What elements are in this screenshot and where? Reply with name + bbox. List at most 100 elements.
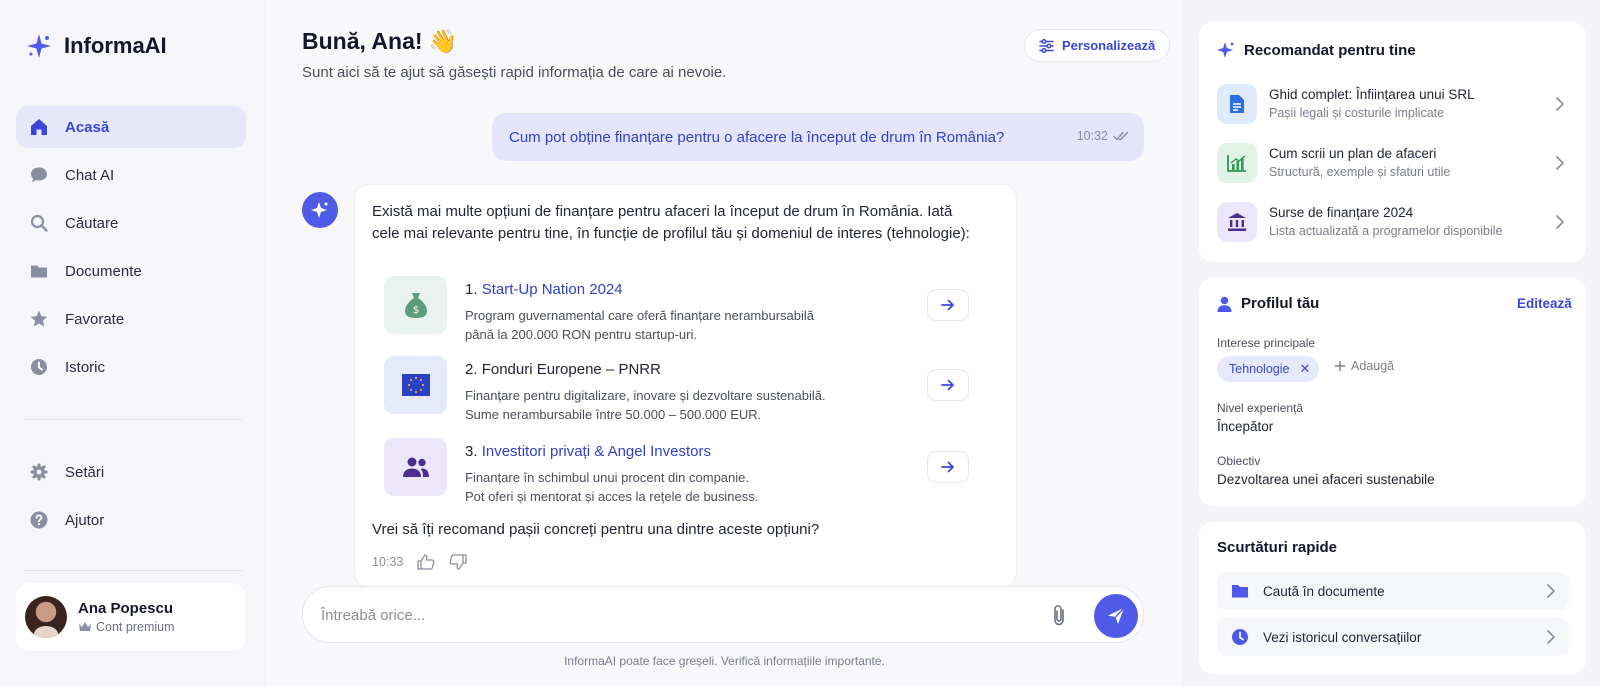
close-icon[interactable]: ✕ [1299, 361, 1310, 377]
profile-title-text: Profilul tău [1241, 295, 1320, 312]
plus-icon [1335, 361, 1345, 371]
page-subtitle: Sunt aici să te ajut să găsești rapid in… [302, 64, 727, 81]
shortcut-label: Vezi istoricul conversațiilor [1263, 629, 1422, 645]
app-logo[interactable]: InformaAI [26, 33, 167, 59]
star-icon [30, 310, 48, 327]
goal-label: Obiectiv [1217, 454, 1261, 468]
edit-profile-link[interactable]: Editează [1517, 296, 1572, 311]
rec-subtitle: Lista actualizată a programelor disponib… [1269, 224, 1503, 238]
right-panel: Recomandat pentru tine Ghid complet: Înf… [1183, 0, 1600, 686]
recommended-title: Recomandat pentru tine [1217, 41, 1416, 59]
option-number: 2. [465, 361, 478, 378]
funding-option[interactable]: 3. Investitori privați & Angel Investors… [384, 436, 970, 504]
shortcut-label: Caută în documente [1263, 583, 1385, 599]
paperclip-icon[interactable] [1052, 604, 1066, 626]
rec-title: Cum scrii un plan de afaceri [1269, 146, 1437, 161]
funding-option[interactable]: 2. Fonduri Europene – PNRR Finanțare pen… [384, 354, 970, 422]
chat-bubble-icon [31, 167, 47, 183]
assistant-message: Există mai multe opțiuni de finanțare pe… [354, 184, 1017, 587]
sidebar-item-help[interactable]: Ajutor [16, 499, 246, 541]
sidebar-item-documents[interactable]: Documente [16, 250, 246, 292]
rec-subtitle: Pașii legali și costurile implicate [1269, 106, 1445, 120]
sidebar-item-history[interactable]: Istoric [16, 346, 246, 388]
eu-flag-icon [401, 374, 430, 396]
recommended-item[interactable]: Surse de finanțare 2024 Lista actualizat… [1217, 202, 1569, 244]
sidebar-item-label: Setări [65, 463, 105, 481]
chevron-right-icon [1556, 97, 1564, 111]
assistant-avatar [302, 192, 338, 228]
option-description: Finanțare pentru digitalizare, inovare ș… [465, 386, 885, 424]
sidebar-item-favorites[interactable]: Favorate [16, 298, 246, 340]
shortcuts-title: Scurtături rapide [1217, 539, 1338, 556]
rec-subtitle: Structură, exemple și sfaturi utile [1269, 165, 1451, 179]
recommended-card: Recomandat pentru tine Ghid complet: Înf… [1199, 22, 1586, 262]
sidebar-item-home[interactable]: Acasă [16, 106, 246, 148]
option-title: 3. Investitori privați & Angel Investors [465, 443, 711, 460]
chevron-right-icon [1556, 156, 1564, 170]
rec-icon-box [1217, 84, 1257, 124]
interest-chip[interactable]: Tehnologie ✕ [1217, 356, 1320, 382]
folder-icon [31, 265, 47, 278]
option-desc-line: Pot oferi și mentorat și acces la rețele… [465, 489, 759, 504]
sidebar-item-label: Istoric [65, 358, 106, 376]
user-plan-label: Cont premium [96, 620, 175, 634]
thumbs-up-icon[interactable] [417, 554, 435, 570]
chat-input[interactable] [321, 603, 1011, 627]
personalize-button[interactable]: Personalizează [1024, 29, 1171, 62]
sidebar-item-chat[interactable]: Chat AI [16, 154, 246, 196]
option-desc-line: Program guvernamental care oferă finanța… [465, 308, 815, 323]
option-open-button[interactable] [927, 451, 969, 483]
personalize-label: Personalizează [1062, 38, 1156, 53]
option-open-button[interactable] [927, 289, 969, 321]
svg-text:$: $ [412, 305, 418, 316]
sidebar-item-settings[interactable]: Setări [16, 451, 246, 493]
send-button[interactable] [1094, 594, 1138, 638]
money-bag-icon: $ [404, 293, 427, 318]
recommended-item[interactable]: Ghid complet: Înființarea unui SRL Pașii… [1217, 84, 1569, 126]
option-title-link[interactable]: Investitori privați & Angel Investors [482, 443, 711, 460]
user-icon [1217, 296, 1232, 312]
user-message: Cum pot obține finanțare pentru o afacer… [492, 113, 1144, 161]
user-card[interactable]: Ana Popescu Cont premium [16, 583, 246, 651]
option-desc-line: până la 200.000 RON pentru startup-uri. [465, 327, 697, 342]
recommended-item[interactable]: Cum scrii un plan de afaceri Structură, … [1217, 143, 1569, 185]
add-interest-label: Adaugă [1351, 359, 1395, 373]
sidebar: InformaAI Acasă Chat AI Căutare Document… [0, 0, 266, 686]
level-label: Nivel experiență [1217, 401, 1304, 415]
assistant-question: Vrei să îți recomand pașii concreți pent… [372, 521, 820, 538]
assistant-intro: Există mai multe opțiuni de finanțare pe… [372, 203, 970, 242]
rec-icon-box [1217, 143, 1257, 183]
message-time: 10:32 [1077, 129, 1130, 143]
option-title-link[interactable]: Start-Up Nation 2024 [482, 281, 623, 298]
funding-option[interactable]: $ 1. Start-Up Nation 2024 Program guvern… [384, 274, 970, 342]
thumbs-down-icon[interactable] [449, 554, 467, 570]
option-title: 1. Start-Up Nation 2024 [465, 281, 623, 298]
secondary-nav: Setări Ajutor [16, 451, 246, 547]
option-desc-line: Finanțare pentru digitalizare, inovare ș… [465, 388, 826, 403]
send-icon [1108, 607, 1125, 624]
shortcut-search-documents[interactable]: Caută în documente [1217, 572, 1569, 610]
add-interest-button[interactable]: Adaugă [1334, 359, 1394, 373]
sidebar-item-label: Ajutor [65, 511, 105, 529]
document-icon [1230, 95, 1244, 113]
profile-title: Profilul tău [1217, 295, 1319, 312]
option-title: 2. Fonduri Europene – PNRR [465, 361, 661, 378]
option-title-link[interactable]: Fonduri Europene – PNRR [482, 361, 661, 378]
message-composer [302, 586, 1144, 643]
help-icon [30, 511, 48, 529]
chat-main: Bună, Ana! 👋 Sunt aici să te ajut să găs… [266, 0, 1183, 686]
chevron-right-icon [1556, 215, 1564, 229]
chevron-right-icon [1547, 630, 1555, 644]
rec-icon-box [1217, 202, 1257, 242]
sparkle-icon [311, 202, 328, 218]
option-icon-box: $ [384, 276, 447, 334]
shortcut-history[interactable]: Vezi istoricul conversațiilor [1217, 618, 1569, 656]
interests-label: Interese principale [1217, 336, 1316, 350]
option-open-button[interactable] [927, 369, 969, 401]
option-desc-line: Finanțare în schimbul unui procent din c… [465, 470, 749, 485]
disclaimer: InformaAI poate face greșeli. Verifică i… [564, 654, 885, 668]
sidebar-item-search[interactable]: Căutare [16, 202, 246, 244]
chevron-right-icon [1547, 584, 1555, 598]
arrow-right-icon [941, 379, 954, 391]
sidebar-item-label: Favorate [65, 310, 125, 328]
